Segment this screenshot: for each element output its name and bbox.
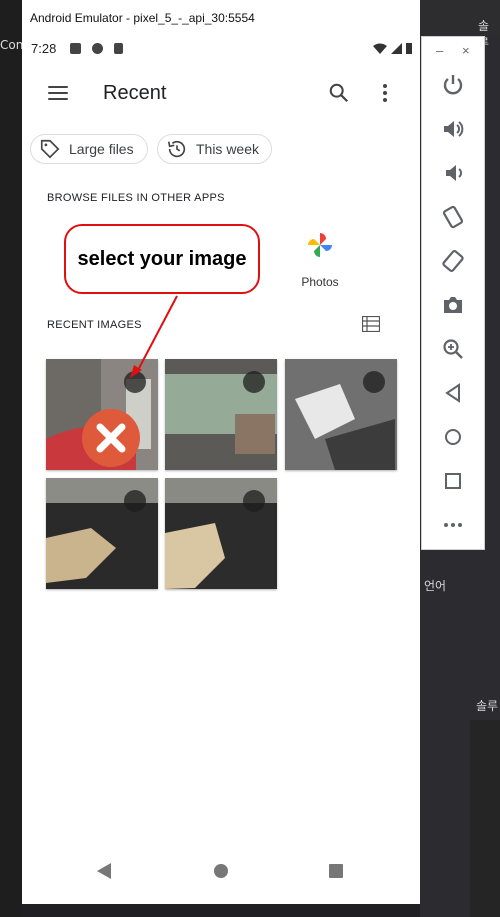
ide-label: 솔루 <box>476 699 499 713</box>
volume-down-icon[interactable] <box>441 161 465 185</box>
emulator-side-panel: – × <box>421 36 485 550</box>
zoom-icon[interactable] <box>441 337 465 361</box>
more-icon[interactable] <box>441 513 465 537</box>
ide-left-background: Cont <box>0 0 28 917</box>
annotation-arrow <box>130 295 178 378</box>
close-icon[interactable]: × <box>462 43 470 58</box>
recent-image-4[interactable] <box>46 478 158 589</box>
camera-icon[interactable] <box>441 293 465 317</box>
nav-back-icon[interactable] <box>96 862 112 880</box>
minimize-icon[interactable]: – <box>436 43 443 58</box>
phone-screen: 7:28 Recent Large files This week BROWSE… <box>22 34 420 904</box>
nav-home-icon[interactable] <box>213 863 229 879</box>
expand-icon[interactable] <box>124 490 146 512</box>
rotate-right-icon[interactable] <box>441 249 465 273</box>
rotate-left-icon[interactable] <box>441 205 465 229</box>
window-title: Android Emulator - pixel_5_-_api_30:5554 <box>30 11 255 25</box>
system-nav-bar <box>22 854 420 894</box>
expand-icon[interactable] <box>243 490 265 512</box>
overview-icon[interactable] <box>441 469 465 493</box>
recent-image-5[interactable] <box>165 478 277 589</box>
back-icon[interactable] <box>441 381 465 405</box>
power-icon[interactable] <box>441 73 465 97</box>
nav-recents-icon[interactable] <box>328 863 344 879</box>
ide-properties-panel <box>470 720 500 917</box>
volume-up-icon[interactable] <box>441 117 465 141</box>
ide-label: 언어 <box>424 579 447 593</box>
home-icon[interactable] <box>441 425 465 449</box>
